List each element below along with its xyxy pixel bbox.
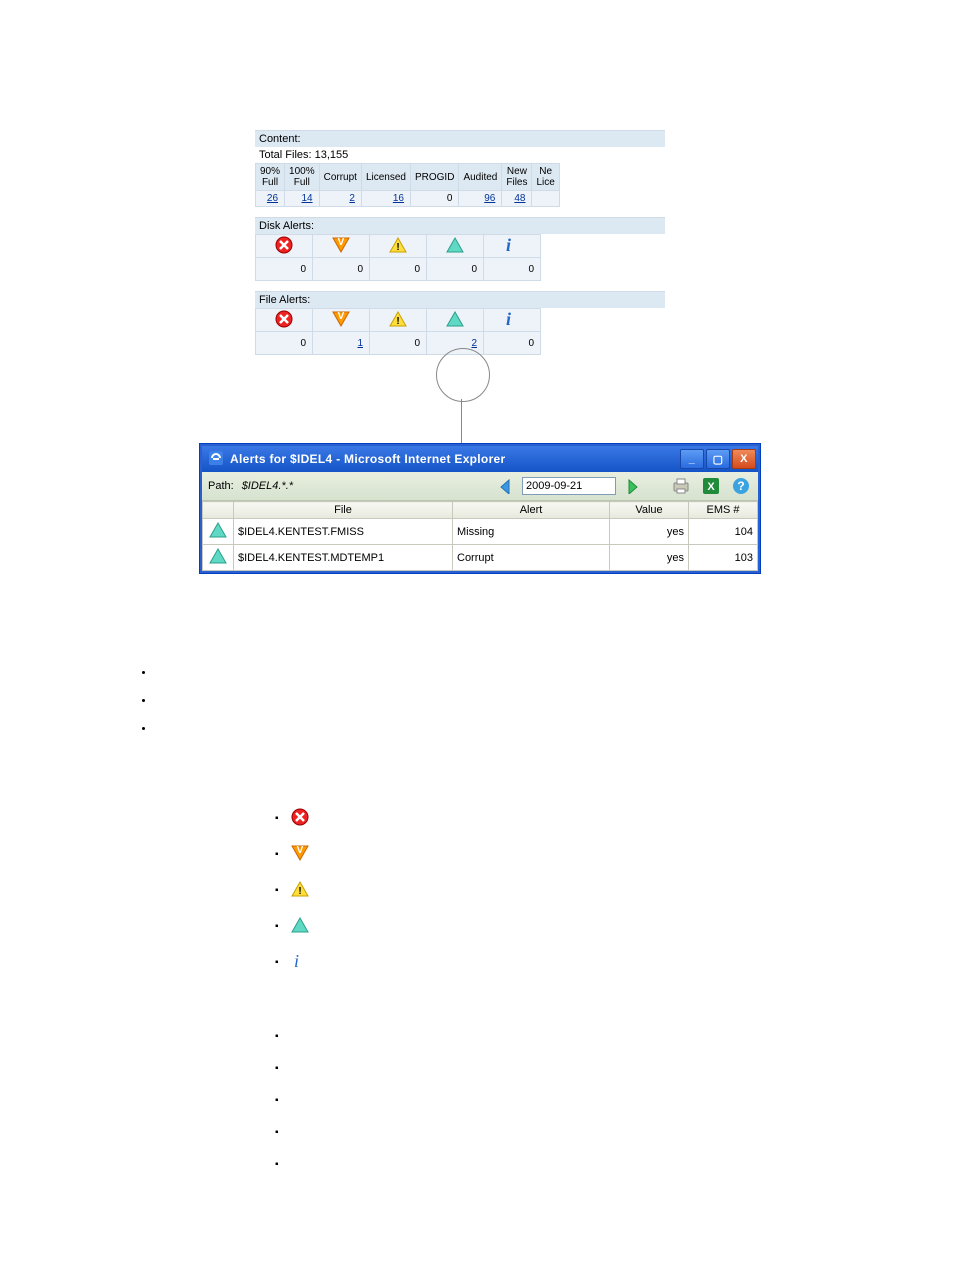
content-cell[interactable]: 26 [256, 191, 285, 207]
help-button[interactable] [730, 475, 752, 497]
total-files: Total Files: 13,155 [255, 147, 665, 163]
severity-bullets [275, 800, 309, 980]
warning-icon [427, 309, 484, 332]
critical-icon [256, 235, 313, 258]
minor-icon [370, 309, 427, 332]
table-row[interactable]: $IDEL4.KENTEST.FMISSMissingyes104 [203, 519, 758, 545]
alert-count[interactable]: 2 [427, 332, 484, 355]
info-icon [291, 952, 309, 973]
grid-col[interactable]: EMS # [689, 502, 758, 519]
alert-count: 0 [256, 332, 313, 355]
maximize-button[interactable]: ▢ [706, 449, 730, 469]
alerts-grid: FileAlertValueEMS # $IDEL4.KENTEST.FMISS… [202, 501, 758, 571]
callout-circle [436, 348, 490, 402]
content-col: 90%Full [256, 164, 285, 191]
info-icon [484, 235, 541, 258]
ems-cell: 104 [689, 519, 758, 545]
severity-bullet-major [275, 836, 309, 872]
content-col: NeLice [532, 164, 559, 191]
grid-col[interactable] [203, 502, 234, 519]
table-row[interactable]: $IDEL4.KENTEST.MDTEMP1Corruptyes103 [203, 545, 758, 571]
alert-count[interactable]: 1 [313, 332, 370, 355]
major-icon [313, 309, 370, 332]
file-cell: $IDEL4.KENTEST.MDTEMP1 [234, 545, 453, 571]
severity-bullet-info [275, 944, 309, 980]
date-input[interactable] [522, 477, 616, 495]
alerts-popup-window: Alerts for $IDEL4 - Microsoft Internet E… [200, 444, 760, 573]
alert-count: 0 [313, 258, 370, 281]
window-titlebar[interactable]: Alerts for $IDEL4 - Microsoft Internet E… [202, 446, 758, 472]
grid-col[interactable]: File [234, 502, 453, 519]
path-value: $IDEL4.*.* [242, 480, 293, 492]
alert-count: 0 [256, 258, 313, 281]
content-col: Licensed [361, 164, 410, 191]
content-cell[interactable]: 14 [285, 191, 320, 207]
content-table: 90%Full100%FullCorruptLicensedPROGIDAudi… [255, 163, 560, 207]
content-col: Audited [459, 164, 502, 191]
next-date-button[interactable] [624, 477, 642, 495]
major-icon [313, 235, 370, 258]
warning-icon [291, 916, 309, 937]
content-col: PROGID [410, 164, 458, 191]
file-cell: $IDEL4.KENTEST.FMISS [234, 519, 453, 545]
content-cell[interactable]: 2 [319, 191, 361, 207]
file-alerts-table: 01020 [255, 308, 541, 355]
value-cell: yes [610, 519, 689, 545]
content-cell[interactable]: 16 [361, 191, 410, 207]
window-title: Alerts for $IDEL4 - Microsoft Internet E… [230, 452, 505, 466]
warning-icon [203, 545, 234, 571]
content-header: Content: [255, 130, 665, 147]
alert-count: 0 [370, 258, 427, 281]
severity-bullet-critical [275, 800, 309, 836]
close-button[interactable]: X [732, 449, 756, 469]
print-button[interactable] [670, 475, 692, 497]
alert-count: 0 [370, 332, 427, 355]
severity-bullet-warning [275, 908, 309, 944]
alert-count: 0 [484, 258, 541, 281]
bullet-list-level2b [275, 1030, 279, 1190]
prev-date-button[interactable] [496, 477, 514, 495]
critical-icon [256, 309, 313, 332]
disk-alerts-header: Disk Alerts: [255, 217, 665, 234]
ie-icon [208, 450, 224, 469]
disk-alerts-table: 00000 [255, 234, 541, 281]
content-cell: 0 [410, 191, 458, 207]
warning-icon [427, 235, 484, 258]
alert-count: 0 [484, 332, 541, 355]
alert-cell: Corrupt [453, 545, 610, 571]
content-col: Corrupt [319, 164, 361, 191]
alert-count: 0 [427, 258, 484, 281]
ems-cell: 103 [689, 545, 758, 571]
path-label: Path: [208, 480, 234, 492]
minor-icon [291, 880, 309, 901]
file-alerts-header: File Alerts: [255, 291, 665, 308]
grid-col[interactable]: Value [610, 502, 689, 519]
grid-col[interactable]: Alert [453, 502, 610, 519]
info-icon [484, 309, 541, 332]
content-cell[interactable]: 48 [502, 191, 532, 207]
export-excel-button[interactable] [700, 475, 722, 497]
toolbar: Path: $IDEL4.*.* [202, 472, 758, 501]
major-icon [291, 844, 309, 865]
severity-bullet-minor [275, 872, 309, 908]
content-col: NewFiles [502, 164, 532, 191]
critical-icon [291, 808, 309, 829]
value-cell: yes [610, 545, 689, 571]
minimize-button[interactable]: _ [680, 449, 704, 469]
content-col: 100%Full [285, 164, 320, 191]
callout-line [461, 399, 462, 445]
content-cell [532, 191, 559, 207]
alert-cell: Missing [453, 519, 610, 545]
minor-icon [370, 235, 427, 258]
warning-icon [203, 519, 234, 545]
content-cell[interactable]: 96 [459, 191, 502, 207]
